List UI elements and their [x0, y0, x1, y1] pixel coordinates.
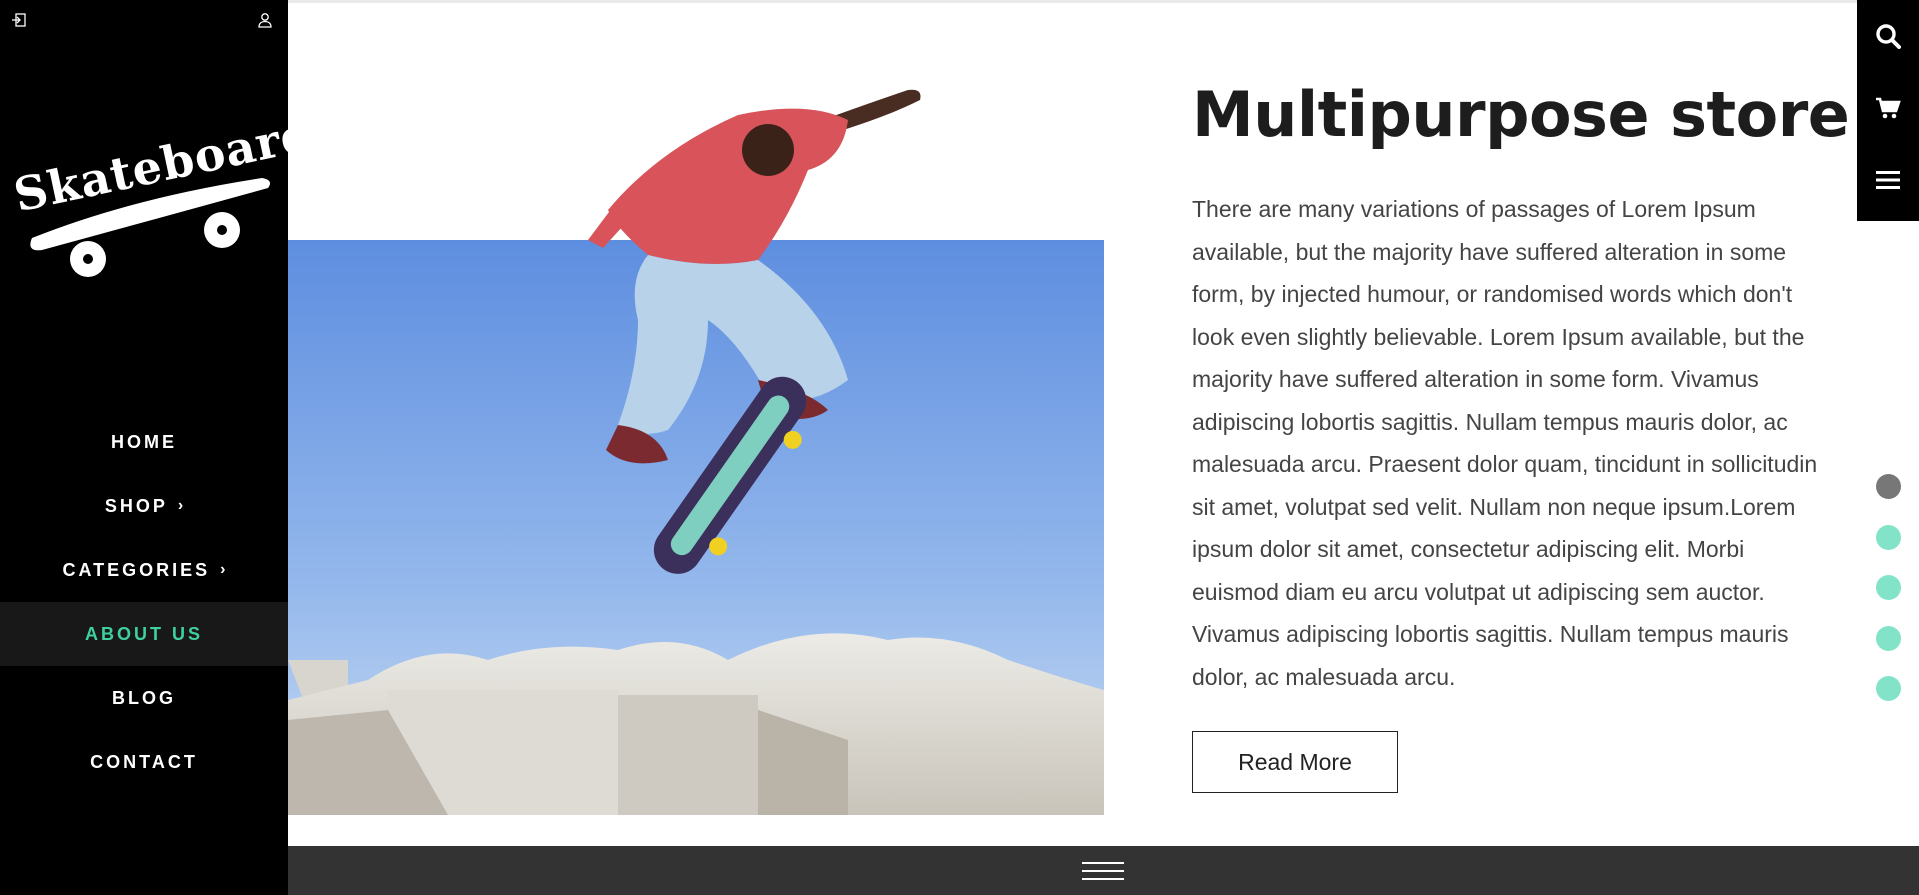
chevron-right-icon: › — [220, 561, 226, 578]
bottom-bar — [288, 846, 1919, 895]
slide-pager — [1876, 474, 1902, 727]
nav-item-categories[interactable]: CATEGORIES › — [0, 538, 288, 602]
page-title: Multipurpose store — [1192, 78, 1850, 151]
pager-dot-4[interactable] — [1876, 625, 1901, 651]
nav-item-home[interactable]: HOME — [0, 410, 288, 474]
nav-item-contact[interactable]: CONTACT — [0, 730, 288, 794]
search-icon — [1876, 24, 1901, 49]
login-icon[interactable] — [10, 12, 28, 30]
nav-item-blog[interactable]: BLOG — [0, 666, 288, 730]
pager-dot-3[interactable] — [1876, 575, 1901, 600]
cart-button[interactable] — [1857, 72, 1919, 144]
menu-icon — [1876, 171, 1900, 189]
body-paragraph: There are many variations of passages of… — [1192, 196, 1818, 690]
nav-item-label: SHOP — [104, 495, 168, 516]
menu-button[interactable] — [1857, 144, 1919, 216]
nav-item-label: BLOG — [112, 687, 176, 708]
pager-dot-2[interactable] — [1876, 524, 1901, 550]
skateboard-logo[interactable]: Skateboard — [9, 106, 318, 288]
chevron-right-icon: › — [177, 497, 184, 514]
right-toolbar — [1857, 0, 1919, 221]
search-button[interactable] — [1857, 0, 1919, 72]
nav-item-label: CONTACT — [90, 751, 198, 772]
main-nav: HOME SHOP › CATEGORIES › ABOUT US BLOG C… — [0, 410, 288, 794]
cart-icon — [1876, 97, 1901, 119]
user-icon[interactable] — [256, 12, 274, 30]
nav-item-label: HOME — [111, 431, 177, 452]
nav-item-about-us[interactable]: ABOUT US — [0, 602, 288, 666]
menu-icon[interactable] — [1082, 860, 1124, 882]
skateboard-deck-icon — [30, 178, 271, 277]
sidebar: Skateboard HOME SHOP › CATEGORIES › ABOU… — [0, 0, 318, 895]
read-more-button[interactable]: Read More — [1192, 731, 1398, 793]
nav-item-label: ABOUT US — [85, 623, 203, 644]
hero-image — [288, 240, 1104, 815]
nav-item-label: CATEGORIES — [62, 559, 211, 580]
top-divider — [288, 0, 1857, 3]
nav-item-shop[interactable]: SHOP › — [0, 474, 288, 538]
pager-dot-5[interactable] — [1876, 676, 1901, 701]
pager-dot-1[interactable] — [1876, 474, 1901, 499]
